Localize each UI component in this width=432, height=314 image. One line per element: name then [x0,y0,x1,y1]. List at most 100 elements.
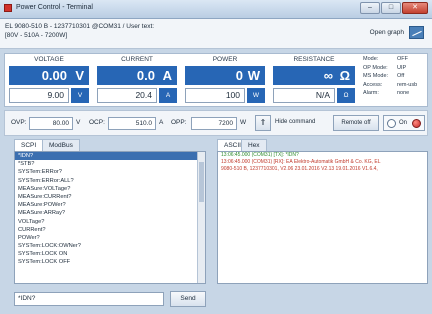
resistance-meter: RESISTANCE ∞ Ω N/A Ω [269,54,359,106]
status-value: Off [397,73,405,79]
set-unit: A [159,88,177,103]
log-line: 13:06:45.000 (COM31) [TX]: *IDN? [221,152,299,158]
scroll-thumb[interactable] [199,162,204,202]
ocp-unit: A [159,119,164,126]
device-info: EL 9080-510 B - 1237710301 @COM31 / User… [5,23,155,30]
actual-unit: W [247,68,260,83]
command-list-item[interactable]: *IDN? [15,152,205,161]
command-list-item[interactable]: *STB? [15,160,205,168]
graph-icon [409,26,424,39]
ocp-input[interactable]: 510.0 [108,117,156,130]
hide-command-button[interactable]: ⇑ [255,115,271,131]
actual-unit: V [75,68,84,83]
actual-value-display: ∞ Ω [273,66,355,85]
hide-command-label: Hide command [275,119,316,125]
command-list-item[interactable]: MEASure:ARRay? [15,209,205,217]
set-unit: Ω [337,88,355,103]
tab-hex[interactable]: Hex [241,139,267,151]
output-on-toggle[interactable]: On [383,115,425,131]
command-list-scrollbar[interactable] [197,152,205,283]
title-bar: Power Control - Terminal – □ ✕ [0,0,432,19]
protection-bar: OVP: 80.00 V OCP: 510.0 A OPP: 7200 W ⇑ … [4,110,428,136]
send-button[interactable]: Send [170,291,206,307]
status-list: Mode: OFF OP Mode: UIP MS Mode: Off Acce… [363,56,427,99]
actual-value-display: 0.0 A [97,66,177,85]
command-list-item[interactable]: SYSTem:LOCK ON [15,250,205,258]
meter-label: RESISTANCE [293,56,335,63]
command-list-item[interactable]: SYSTem:LOCK OFF [15,258,205,266]
set-unit: V [71,88,89,103]
status-value: OFF [397,56,408,62]
status-row: MS Mode: Off [363,73,427,82]
command-list-item[interactable]: POWer? [15,234,205,242]
remote-off-button[interactable]: Remote off [333,115,379,131]
command-list-item[interactable]: VOLTage? [15,218,205,226]
opp-unit: W [240,119,247,126]
set-value-row: 100 W [185,88,265,103]
meter-label: POWER [212,56,238,63]
status-key: OP Mode: [363,64,388,71]
status-row: OP Mode: UIP [363,65,427,74]
status-key: MS Mode: [363,73,389,79]
current-meter: CURRENT 0.0 A 20.4 A [93,54,181,106]
ovp-label: OVP: [11,119,27,126]
status-key: Alarm: [363,90,379,96]
power-meter: POWER 0 W 100 W [181,54,269,106]
communication-log: 13:06:45.000 (COM31) [TX]: *IDN? 13:06:45… [217,151,428,284]
command-list-item[interactable]: CURRent? [15,226,205,234]
log-line: 13:06:45.000 (COM31) [RX]: EA Elektro-Au… [221,159,381,165]
arrow-up-icon: ⇑ [259,118,267,127]
status-row: Access: rem-usb [363,82,427,91]
actual-value-display: 0.00 V [9,66,89,85]
meter-panel: VOLTAGE 0.00 V 9.00 V CURRENT 0.0 A 20.4… [4,53,428,107]
opp-label: OPP: [171,119,187,126]
command-list[interactable]: *IDN? *STB? SYSTem:ERRor? SYSTem:ERRor:ALL?… [14,151,206,284]
on-label: On [399,120,408,126]
set-value-row: N/A Ω [273,88,355,103]
current-set-input[interactable]: 20.4 [97,88,157,103]
status-key: Access: [363,81,383,88]
minimize-button[interactable]: – [360,2,380,14]
window-title: Power Control - Terminal [16,4,93,11]
command-list-item[interactable]: MEASure:POWer? [15,201,205,209]
status-value: none [397,90,410,96]
voltage-meter: VOLTAGE 0.00 V 9.00 V [5,54,93,106]
actual-value: 0.0 [136,68,155,83]
resistance-set-input[interactable]: N/A [273,88,335,103]
close-button[interactable]: ✕ [402,2,428,14]
status-row: Mode: OFF [363,56,427,65]
voltage-set-input[interactable]: 9.00 [9,88,69,103]
device-rating: [80V - 510A - 7200W] [5,32,68,39]
command-list-item[interactable]: MEASure:CURRent? [15,193,205,201]
ovp-unit: V [76,119,81,126]
tab-scpi[interactable]: SCPI [14,139,44,151]
set-value-row: 9.00 V [9,88,89,103]
power-set-input[interactable]: 100 [185,88,245,103]
command-list-item[interactable]: SYSTem:LOCK:OWNer? [15,242,205,250]
meter-label: VOLTAGE [34,56,64,63]
actual-unit: A [162,68,172,83]
meter-label: CURRENT [121,56,153,63]
tab-modbus[interactable]: ModBus [42,139,80,151]
command-list-item[interactable]: SYSTem:ERRor? [15,168,205,176]
status-key: Mode: [363,56,379,62]
log-line: 9080-510 B, 1237710301, V2.06 23.01.2016… [221,166,378,172]
actual-unit: Ω [339,68,350,83]
on-radio[interactable] [387,119,396,128]
opp-input[interactable]: 7200 [191,117,237,130]
device-header: EL 9080-510 B - 1237710301 @COM31 / User… [0,19,432,49]
status-led-icon [412,119,421,128]
maximize-button[interactable]: □ [381,2,401,14]
status-value: rem-usb [397,81,418,88]
ocp-label: OCP: [89,119,105,126]
command-input[interactable]: *IDN? [14,292,164,306]
set-unit: W [247,88,265,103]
actual-value: 0 [235,68,243,83]
command-list-item[interactable]: MEASure:VOLTage? [15,185,205,193]
ovp-input[interactable]: 80.00 [29,117,73,130]
app-icon [4,4,12,12]
open-graph-label: Open graph [369,29,404,36]
status-row: Alarm: none [363,90,427,99]
command-list-item[interactable]: SYSTem:ERRor:ALL? [15,177,205,185]
actual-value-display: 0 W [185,66,265,85]
